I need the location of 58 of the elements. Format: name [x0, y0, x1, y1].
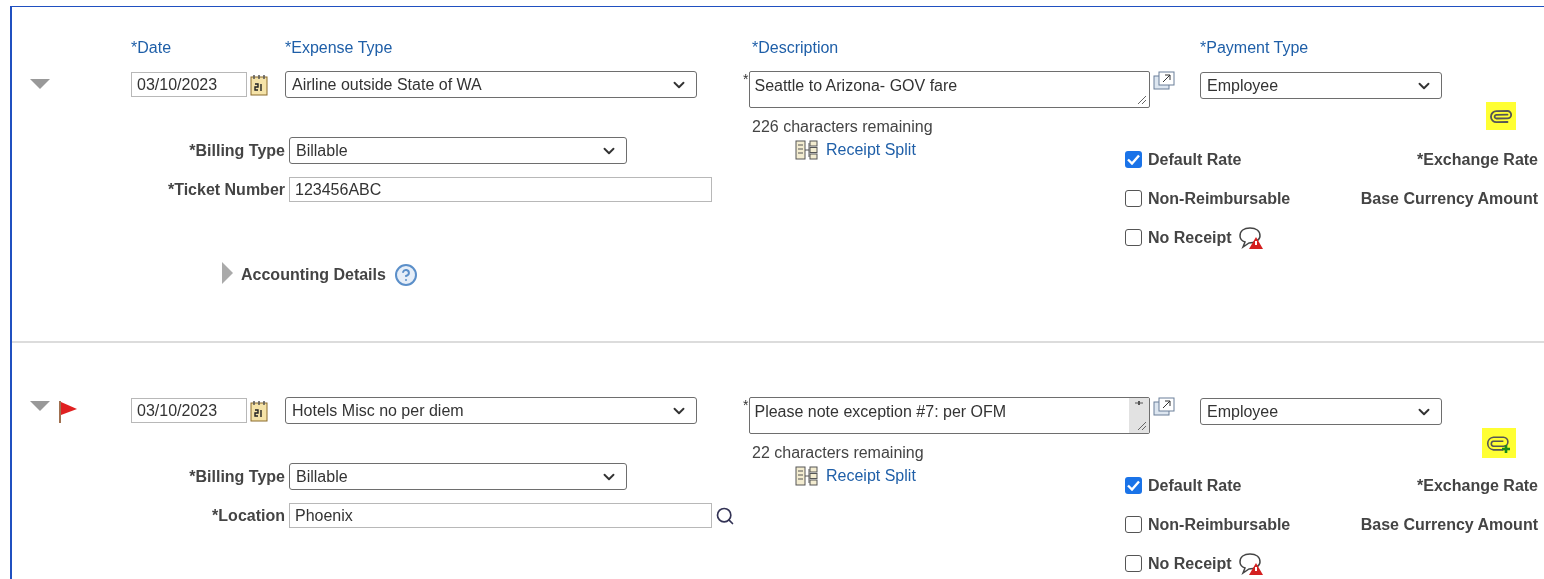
receipt-split-link[interactable]: Receipt Split [826, 141, 916, 159]
description-field[interactable]: Seattle to Arizona- GOV fare [749, 71, 1151, 108]
checkbox[interactable] [1125, 190, 1142, 207]
paperclip-icon[interactable] [1486, 102, 1516, 130]
payment-type-select[interactable]: Employee [1200, 398, 1442, 425]
field-label: *Billing Type [188, 141, 285, 160]
resize-grip-icon[interactable] [1137, 95, 1148, 105]
paperclip-add-icon[interactable] [1482, 428, 1516, 458]
date-field[interactable]: 03/10/2023 [131, 398, 247, 423]
checkbox-label[interactable]: No Receipt [1148, 554, 1232, 573]
expand-window-icon[interactable] [1153, 397, 1176, 417]
field-label: *Exchange Rate [1417, 476, 1538, 495]
ticket-number-field[interactable]: 123456ABC [289, 177, 712, 202]
field-label: *Billing Type [188, 467, 285, 486]
field-label: *Location [211, 506, 285, 525]
required-marker: * [743, 71, 749, 87]
description-field[interactable]: Please note exception #7: per OFM [749, 397, 1151, 434]
collapse-triangle-icon[interactable] [30, 79, 50, 90]
checkbox-label[interactable]: No Receipt [1148, 228, 1232, 247]
field-label: Base Currency Amount [1360, 515, 1538, 534]
checkbox[interactable] [1125, 516, 1142, 533]
expense-type-select[interactable]: Airline outside State of WA [285, 71, 697, 98]
field-label: Base Currency Amount [1360, 189, 1538, 208]
accounting-details-label[interactable]: Accounting Details [241, 266, 386, 284]
expense-type-select[interactable]: Hotels Misc no per diem [285, 397, 697, 424]
scrollbar-drawing[interactable] [1129, 398, 1150, 433]
characters-remaining-text: 22 characters remaining [752, 444, 925, 462]
receipt-split-link[interactable]: Receipt Split [826, 467, 916, 485]
calendar-icon[interactable] [250, 399, 269, 422]
checkbox[interactable] [1125, 151, 1142, 168]
payment-type-label: *Payment Type [1200, 39, 1310, 58]
required-marker: * [743, 397, 749, 413]
checkbox[interactable] [1125, 555, 1142, 572]
checkbox-label[interactable]: Default Rate [1148, 476, 1242, 495]
resize-grip-icon[interactable] [1137, 421, 1148, 431]
collapse-triangle-icon[interactable] [30, 401, 50, 412]
receipt-split-icon [795, 140, 819, 160]
billing-type-select[interactable]: Billable [289, 463, 627, 490]
date-label: *Date [131, 39, 173, 58]
expand-window-icon[interactable] [1153, 71, 1176, 91]
checkbox-label[interactable]: Non-Reimbursable [1148, 515, 1291, 534]
checkbox-label[interactable]: Non-Reimbursable [1148, 189, 1291, 208]
characters-remaining-text: 226 characters remaining [752, 118, 934, 136]
payment-type-select[interactable]: Employee [1200, 72, 1442, 99]
help-icon[interactable] [393, 263, 418, 287]
field-label: *Ticket Number [166, 180, 285, 199]
checkbox[interactable] [1125, 229, 1142, 246]
receipt-split-icon [795, 466, 819, 486]
expense-type-label: *Expense Type [285, 39, 394, 58]
description-label: *Description [752, 39, 840, 58]
checkbox-label[interactable]: Default Rate [1148, 150, 1242, 169]
location-field[interactable]: Phoenix [289, 503, 712, 528]
field-label: *Exchange Rate [1417, 150, 1538, 169]
date-field[interactable]: 03/10/2023 [131, 72, 247, 97]
search-icon[interactable] [715, 505, 735, 526]
billing-type-select[interactable]: Billable [289, 137, 627, 164]
calendar-icon[interactable] [250, 73, 269, 96]
checkbox[interactable] [1125, 477, 1142, 494]
